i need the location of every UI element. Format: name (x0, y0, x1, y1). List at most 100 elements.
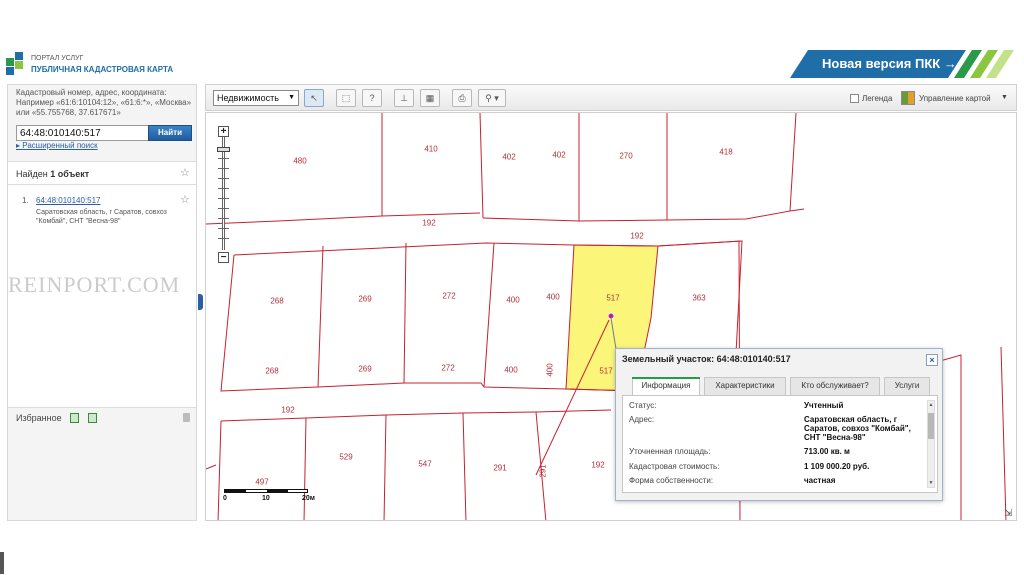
zoom-handle[interactable] (217, 147, 230, 152)
parcel-label[interactable]: 269 (358, 295, 371, 304)
scroll-down-icon[interactable]: ▼ (928, 480, 934, 486)
identify-area-tool-button[interactable]: ⬚ (336, 89, 356, 107)
results-count: Найден 1 объект (16, 169, 90, 179)
zoom-tick (218, 228, 229, 229)
parcel-label[interactable]: 192 (591, 461, 604, 470)
map-management-icon[interactable] (901, 91, 915, 105)
identify-info-tool-button[interactable]: ? (362, 89, 382, 107)
advanced-search-link[interactable]: ▸ Расширенный поиск (16, 141, 98, 150)
status-value: Учтенный (804, 401, 844, 410)
export-favorite-icon[interactable] (88, 413, 97, 423)
status-key: Статус: (629, 401, 657, 410)
parcel-label[interactable]: 480 (293, 157, 306, 166)
star-icon[interactable]: ☆ (180, 168, 190, 179)
close-icon[interactable]: × (926, 354, 938, 366)
new-version-label: Новая версия ПКК → (822, 56, 957, 71)
parcel-label[interactable]: 269 (358, 365, 371, 374)
scale-label-zero: 0 (223, 495, 227, 502)
zoom-tick (218, 208, 229, 209)
popup-body: Статус: Учтенный Адрес: Саратовская обла… (622, 395, 938, 493)
measure-tool-button[interactable]: ⊥ (394, 89, 414, 107)
favorites-label: Избранное (16, 413, 62, 423)
parcel-label[interactable]: 410 (424, 145, 437, 154)
parcel-label[interactable]: 192 (281, 406, 294, 415)
logo-title: ПУБЛИЧНАЯ КАДАСТРОВАЯ КАРТА (31, 65, 174, 74)
scroll-thumb[interactable] (928, 413, 934, 439)
layer-select-value: Недвижимость (217, 93, 279, 103)
search-input[interactable] (16, 125, 152, 141)
tab-service-providers[interactable]: Кто обслуживает? (790, 377, 880, 395)
add-favorite-icon[interactable] (70, 413, 79, 423)
advanced-search-label: Расширенный поиск (22, 141, 98, 150)
parcel-label[interactable]: 272 (441, 364, 454, 373)
tab-characteristics[interactable]: Характеристики (704, 377, 786, 395)
parcel-label[interactable]: 272 (442, 292, 455, 301)
parcel-label[interactable]: 400 (546, 293, 559, 302)
parcel-label[interactable]: 291 (493, 464, 506, 473)
link-button[interactable]: ⚲ ▾ (478, 89, 506, 107)
area-value: 713.00 кв. м (804, 447, 850, 456)
parcel-label[interactable]: 418 (719, 148, 732, 157)
print-button[interactable]: ⎙ (452, 89, 472, 107)
parcel-label[interactable]: 192 (630, 232, 643, 241)
parcel-label[interactable]: 402 (502, 153, 515, 162)
parcel-info-popup: Земельный участок: 64:48:010140:517 × Ин… (615, 348, 943, 501)
zoom-tick (218, 198, 229, 199)
zoom-tick (218, 218, 229, 219)
result-address: Саратовская область, г Саратов, совхоз "… (36, 209, 167, 225)
map-toolbar: Недвижимость ▼ ↖ ⬚ ? ⊥ ▦ ⎙ ⚲ ▾ Легенда Уп… (205, 84, 1017, 111)
tab-services[interactable]: Услуги (884, 377, 930, 395)
page-edge-marker (0, 552, 4, 574)
map-management-arrow-icon[interactable]: ▼ (1001, 94, 1008, 101)
result-link[interactable]: 64:48:010140:517 (36, 196, 101, 205)
parcel-label[interactable]: 268 (270, 297, 283, 306)
parcel-label[interactable]: 400 (504, 366, 517, 375)
logo-subtitle: ПОРТАЛ УСЛУГ (31, 55, 84, 62)
cadastral-value: 1 109 000.20 руб. (804, 462, 870, 471)
parcel-label[interactable]: 517 (606, 294, 619, 303)
legend-checkbox[interactable] (850, 94, 859, 103)
dropdown-arrow-icon: ▼ (288, 94, 295, 101)
zoom-tick (218, 168, 229, 169)
layer-select[interactable]: Недвижимость ▼ (213, 90, 299, 106)
parcel-label[interactable]: 268 (265, 367, 278, 376)
legend-label: Легенда (862, 94, 893, 103)
parcel-label[interactable]: 529 (339, 453, 352, 462)
parcel-label[interactable]: 270 (619, 152, 632, 161)
resize-corner-icon[interactable]: ⇲ (1004, 508, 1012, 519)
ownership-value: частная (804, 476, 836, 485)
zoom-out-button[interactable]: − (218, 252, 229, 263)
search-button[interactable]: Найти (148, 125, 192, 141)
parcel-label[interactable]: 363 (692, 294, 705, 303)
search-panel: Кадастровый номер, адрес, координата: На… (7, 84, 197, 521)
area-tool-button[interactable]: ▦ (420, 89, 440, 107)
collapse-panel-handle[interactable] (198, 294, 203, 310)
scale-bar (224, 489, 308, 493)
favorite-star-icon[interactable]: ☆ (180, 195, 190, 206)
ownership-key: Форма собственности: (629, 476, 714, 485)
trash-icon[interactable] (183, 413, 190, 422)
popup-scrollbar[interactable]: ▲ ▼ (927, 400, 935, 488)
map-management-label[interactable]: Управление картой (919, 94, 991, 103)
parcel-label[interactable]: 192 (422, 219, 435, 228)
parcel-label[interactable]: 400 (506, 296, 519, 305)
cadastral-value-key: Кадастровая стоимость: (629, 462, 720, 471)
parcel-label[interactable]: 402 (552, 151, 565, 160)
search-hint: Кадастровый номер, адрес, координата: На… (16, 88, 192, 117)
scroll-up-icon[interactable]: ▲ (928, 402, 934, 408)
portal-logo[interactable]: ПОРТАЛ УСЛУГ ПУБЛИЧНАЯ КАДАСТРОВАЯ КАРТА (6, 50, 206, 80)
parcel-label[interactable]: 517 (599, 367, 612, 376)
watermark: REINPORT.COM (8, 272, 181, 297)
parcel-label[interactable]: 497 (255, 478, 268, 487)
new-version-banner[interactable]: Новая версия ПКК → (790, 50, 1022, 78)
address-value: Саратовская область, г Саратов, совхоз "… (804, 415, 911, 442)
zoom-in-button[interactable]: + (218, 126, 229, 137)
tab-information[interactable]: Информация (632, 377, 700, 396)
scale-label-ten: 10 (262, 495, 270, 502)
parcel-label[interactable]: 291 (539, 464, 548, 477)
parcel-label[interactable]: 547 (418, 460, 431, 469)
zoom-slider[interactable] (222, 137, 225, 250)
parcel-label[interactable]: 400 (546, 363, 555, 376)
pointer-tool-button[interactable]: ↖ (304, 89, 324, 107)
zoom-tick (218, 238, 229, 239)
